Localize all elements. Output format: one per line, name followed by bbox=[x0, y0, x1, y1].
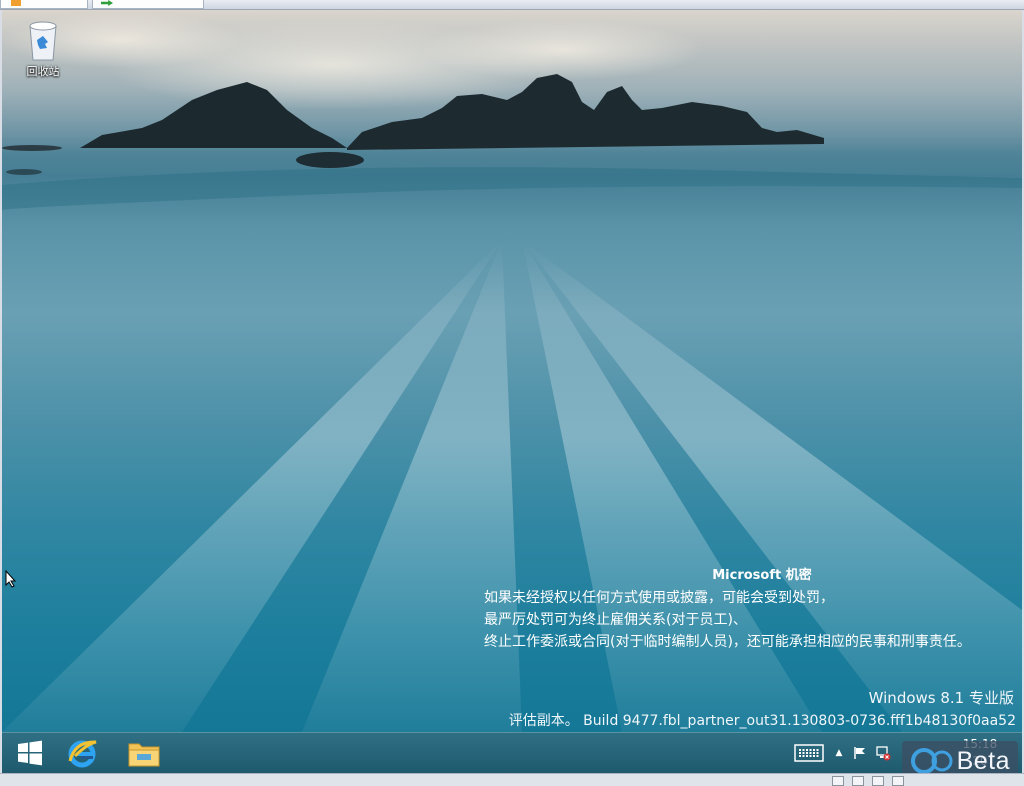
host-window-tabstrip bbox=[0, 0, 1024, 10]
windows-edition: Windows 8.1 专业版 bbox=[868, 689, 1014, 707]
desktop-icon-label: 回收站 bbox=[26, 65, 60, 78]
pcbeta-logo-text: Beta bbox=[956, 746, 1010, 775]
windows-logo-icon bbox=[18, 740, 42, 766]
host-status-bar bbox=[0, 773, 1024, 786]
taskbar-file-explorer[interactable] bbox=[116, 733, 172, 773]
folder-icon bbox=[128, 743, 160, 767]
watermark-line: 如果未经授权以任何方式使用或披露，可能会受到处罚， bbox=[484, 590, 834, 606]
network-icon[interactable] bbox=[874, 733, 892, 773]
host-tab-active[interactable] bbox=[92, 0, 204, 9]
flag-icon[interactable] bbox=[852, 733, 868, 773]
vm-tab-icon bbox=[11, 0, 21, 6]
start-button[interactable] bbox=[2, 733, 58, 773]
watermark-title: Microsoft 机密 bbox=[712, 568, 812, 583]
taskbar-internet-explorer[interactable] bbox=[54, 733, 110, 773]
touch-keyboard-icon bbox=[794, 744, 824, 762]
play-arrow-icon bbox=[101, 0, 113, 6]
recycle-bin-icon bbox=[29, 21, 57, 61]
desktop[interactable]: 回收站 Microsoft 机密 如果未经授权以任何方式使用或披露，可能会受到处… bbox=[2, 10, 1022, 732]
taskbar: ▲ 15:18 20 bbox=[2, 732, 1022, 773]
watermark-line: 最严厉处罚可为终止雇佣关系(对于员工)、 bbox=[484, 612, 747, 628]
desktop-icon-recycle-bin[interactable]: 回收站 bbox=[18, 18, 68, 79]
mouse-cursor-icon bbox=[5, 570, 17, 588]
watermark-line: 终止工作委派或合同(对于临时编制人员)，还可能承担相应的民事和刑事责任。 bbox=[484, 634, 971, 650]
ie-icon bbox=[68, 740, 97, 768]
host-tab[interactable] bbox=[0, 0, 88, 9]
chevron-up-icon[interactable]: ▲ bbox=[832, 733, 846, 773]
build-string: 评估副本。 Build 9477.fbl_partner_out31.13080… bbox=[508, 713, 1016, 729]
keyboard-icon[interactable] bbox=[792, 733, 826, 773]
evaluation-watermark: Microsoft 机密 如果未经授权以任何方式使用或披露，可能会受到处罚， 最… bbox=[484, 565, 1014, 653]
